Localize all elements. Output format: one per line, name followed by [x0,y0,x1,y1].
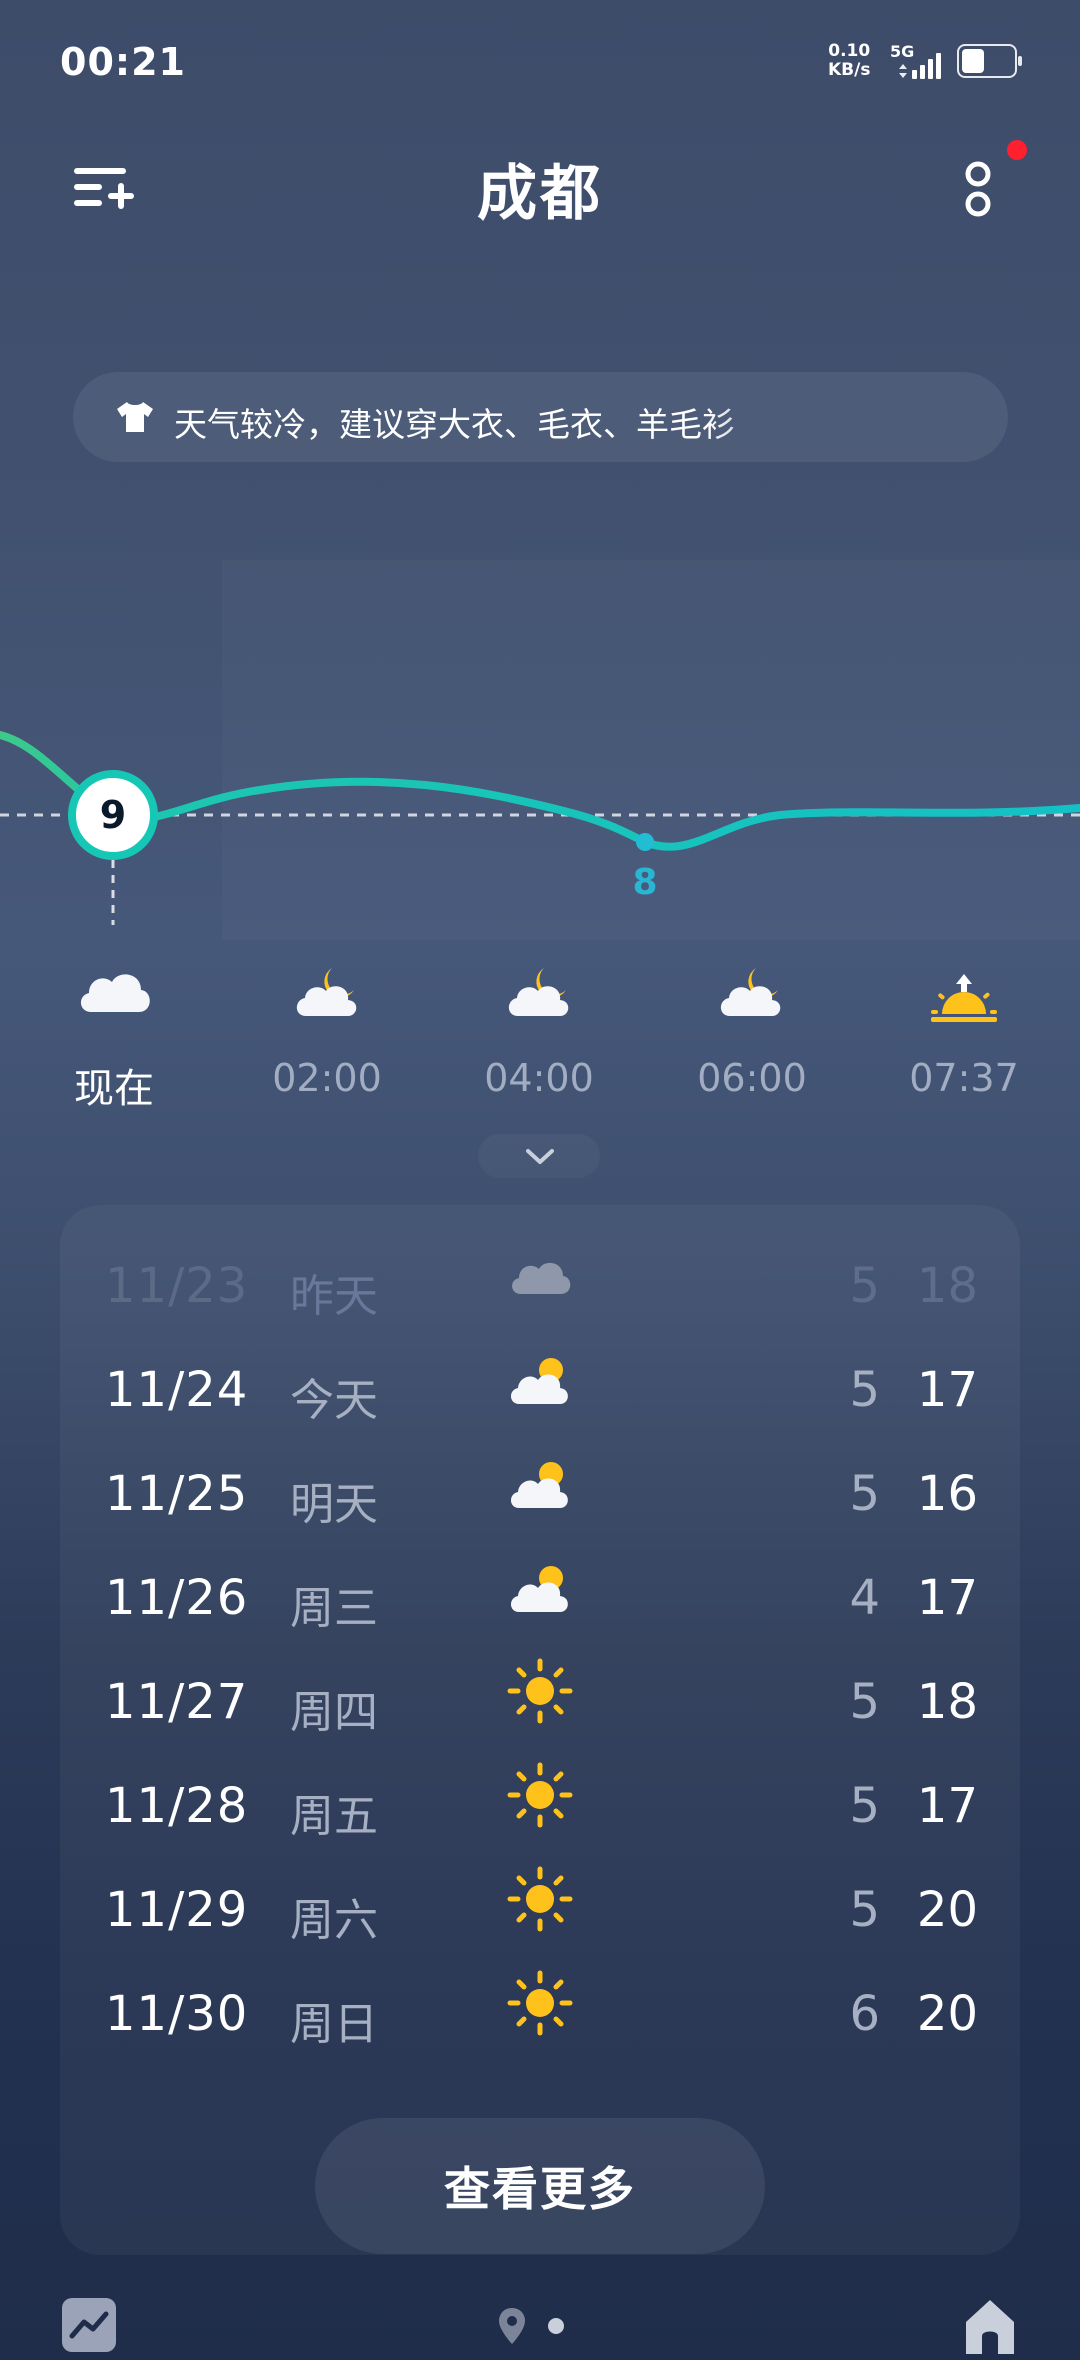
daily-low: 4 [849,1570,880,1626]
daily-low: 5 [849,1362,880,1418]
cloudy-icon [512,1262,571,1294]
daily-day: 周六 [290,1895,378,1946]
daily-row[interactable]: 11/29 周六 5 20 [60,1860,1020,1964]
location-icon[interactable] [497,2306,527,2346]
daily-low: 5 [849,1674,880,1730]
daily-day: 周五 [290,1791,378,1842]
hour-label: 现在 [74,1066,154,1112]
trend-icon[interactable] [62,2298,116,2352]
daily-day: 昨天 [290,1271,378,1322]
daily-low: 5 [849,1882,880,1938]
daily-high: 20 [916,1882,978,1938]
daily-date: 11/23 [105,1258,249,1314]
daily-low: 5 [849,1778,880,1834]
sunny-icon [507,1866,573,1932]
daily-date: 11/30 [105,1986,249,2042]
hour-label: 02:00 [272,1056,382,1100]
hour-label: 07:37 [909,1056,1019,1100]
signal-icon [899,53,941,79]
daily-date: 11/27 [105,1674,249,1730]
cloudy-icon [80,974,150,1012]
view-more-button[interactable]: 查看更多 [315,2118,765,2254]
network-speed-unit: KB/s [828,60,871,80]
daily-row[interactable]: 11/25 明天 5 16 [60,1444,1020,1548]
daily-high: 17 [916,1570,978,1626]
daily-row[interactable]: 11/24 今天 5 17 [60,1340,1020,1444]
chevron-down-icon [526,1149,554,1164]
low-temperature-label: 8 [632,862,658,903]
partly-cloudy-icon [510,1566,568,1612]
network-speed-value: 0.10 [828,41,871,61]
cloudy-night-icon [720,968,781,1016]
hour-label: 06:00 [697,1056,807,1100]
sunny-icon [507,1658,573,1724]
daily-row[interactable]: 11/23 昨天 5 18 [60,1236,1020,1340]
daily-row[interactable]: 11/27 周四 5 18 [60,1652,1020,1756]
battery-icon [957,44,1022,78]
daily-date: 11/29 [105,1882,249,1938]
notification-dot [1007,140,1027,160]
daily-day: 周三 [290,1583,378,1634]
temperature-curve [0,731,1080,925]
daily-low: 5 [849,1258,880,1314]
daily-row[interactable]: 11/30 周日 6 20 [60,1964,1020,2068]
more-options-icon[interactable] [962,158,994,220]
clothing-tip-text: 天气较冷，建议穿大衣、毛衣、羊毛衫 [174,405,735,444]
daily-date: 11/25 [105,1466,249,1522]
daily-date: 11/28 [105,1778,249,1834]
page-indicator-dot [548,2318,564,2334]
daily-low: 6 [849,1986,880,2042]
daily-high: 20 [916,1986,978,2042]
hour-label: 04:00 [484,1056,594,1100]
daily-date: 11/24 [105,1362,249,1418]
daily-day: 明天 [290,1479,378,1530]
daily-row[interactable]: 11/28 周五 5 17 [60,1756,1020,1860]
sunny-icon [507,1762,573,1828]
daily-high: 17 [916,1778,978,1834]
daily-low: 5 [849,1466,880,1522]
daily-high: 16 [916,1466,978,1522]
daily-day: 周四 [290,1687,378,1738]
daily-high: 18 [916,1674,978,1730]
city-title[interactable]: 成都 [0,145,1080,232]
home-icon[interactable] [960,2296,1020,2358]
daily-date: 11/26 [105,1570,249,1626]
partly-cloudy-icon [510,1358,568,1404]
status-time: 00:21 [60,40,186,84]
cloudy-night-icon [508,968,569,1016]
sunrise-icon [931,974,997,1022]
partly-cloudy-icon [510,1462,568,1508]
daily-row[interactable]: 11/26 周三 4 17 [60,1548,1020,1652]
sunny-icon [507,1970,573,2036]
network-speed: 0.10 KB/s [828,42,870,80]
daily-day: 周日 [290,1999,378,2050]
daily-high: 17 [916,1362,978,1418]
cloudy-night-icon [296,968,357,1016]
tshirt-icon [117,402,153,432]
current-temperature-marker: 9 [68,770,158,860]
daily-day: 今天 [290,1375,378,1426]
daily-high: 18 [916,1258,978,1314]
